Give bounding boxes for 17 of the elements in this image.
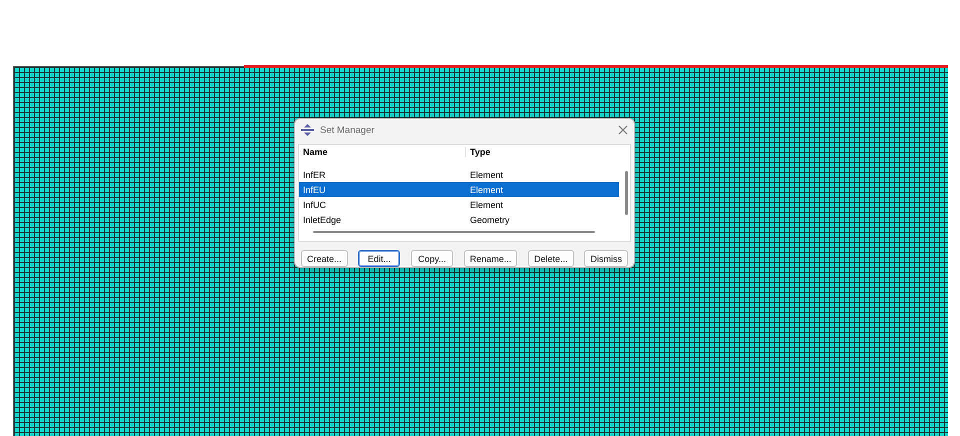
- scrollbar-thumb[interactable]: [625, 171, 628, 215]
- column-header[interactable]: Name: [299, 146, 465, 156]
- list-row[interactable]: InfUC Element: [299, 197, 619, 212]
- dialog-button[interactable]: Dismiss: [584, 250, 628, 267]
- dialog-button[interactable]: Create...: [301, 250, 348, 267]
- dialog-button[interactable]: Rename...: [464, 250, 518, 267]
- window-title: Set Manager: [320, 124, 376, 136]
- close-icon[interactable]: [618, 125, 628, 135]
- list-row[interactable]: InletEdge Geometry: [299, 212, 619, 227]
- list-row[interactable]: InfER Element: [299, 167, 619, 182]
- column-header[interactable]: Type: [465, 146, 619, 156]
- app-logo-icon: [301, 124, 314, 136]
- list-row[interactable]: InfEU Element: [299, 182, 619, 197]
- dialog-button[interactable]: Delete...: [528, 250, 574, 267]
- scrollbar-thumb[interactable]: [313, 231, 595, 233]
- dialog-button[interactable]: Copy...: [411, 250, 454, 267]
- dialog-button[interactable]: Edit...: [358, 250, 400, 267]
